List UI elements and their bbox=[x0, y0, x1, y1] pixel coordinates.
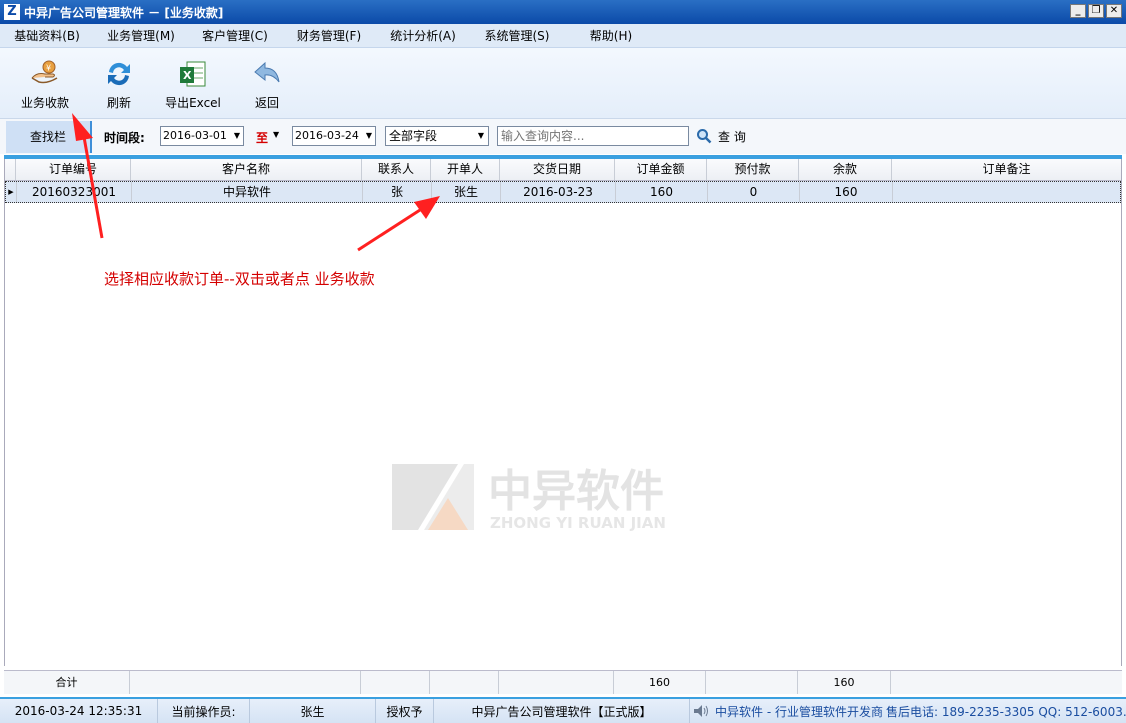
order-grid: 订单编号 客户名称 联系人 开单人 交货日期 订单金额 预付款 余款 订单备注 … bbox=[4, 159, 1122, 666]
status-contact: 售后电话: 189-2235-3305 QQ: 512-6003... bbox=[886, 704, 1126, 719]
totals-issuer-empty bbox=[430, 671, 499, 694]
payment-button[interactable]: ¥ 业务收款 bbox=[10, 48, 80, 114]
close-button[interactable]: ✕ bbox=[1106, 4, 1122, 18]
refresh-button[interactable]: 刷新 bbox=[84, 48, 154, 114]
svg-text:¥: ¥ bbox=[46, 64, 51, 73]
menu-finance[interactable]: 财务管理(F) bbox=[282, 27, 376, 44]
date-from-value: 2016-03-01 bbox=[163, 129, 227, 142]
menu-customers[interactable]: 客户管理(C) bbox=[188, 27, 282, 44]
cell-remarks[interactable] bbox=[893, 182, 1120, 202]
chevron-down-icon: ▼ bbox=[477, 131, 484, 140]
totals-customer-empty bbox=[130, 671, 361, 694]
search-icon bbox=[697, 129, 712, 144]
brand-watermark: 中异软件 ZHONG YI RUAN JIAN bbox=[392, 464, 666, 532]
column-header-order-no[interactable]: 订单编号 bbox=[16, 159, 131, 180]
column-header-remarks[interactable]: 订单备注 bbox=[892, 159, 1121, 180]
totals-row: 合计 160 160 bbox=[4, 670, 1122, 694]
totals-label: 合计 bbox=[4, 671, 130, 694]
window-title: 中异广告公司管理软件 － [业务收款] bbox=[24, 5, 224, 20]
cell-order-no[interactable]: 20160323001 bbox=[17, 182, 132, 202]
totals-remarks-empty bbox=[891, 671, 1120, 694]
column-header-issuer[interactable]: 开单人 bbox=[431, 159, 500, 180]
table-row[interactable]: ▶ 20160323001 中异软件 张 张生 2016-03-23 160 0… bbox=[5, 181, 1121, 203]
title-bar: Z 中异广告公司管理软件 － [业务收款] _ ❐ ✕ bbox=[0, 0, 1126, 24]
chevron-down-icon: ▼ bbox=[365, 131, 372, 140]
cell-balance[interactable]: 160 bbox=[800, 182, 893, 202]
column-header-customer[interactable]: 客户名称 bbox=[131, 159, 362, 180]
column-header-order-amount[interactable]: 订单金额 bbox=[615, 159, 707, 180]
refresh-icon bbox=[108, 62, 130, 86]
speaker-icon bbox=[694, 705, 709, 717]
field-select-value: 全部字段 bbox=[389, 129, 438, 143]
export-excel-label: 导出Excel bbox=[165, 96, 221, 110]
query-button[interactable]: 查 询 bbox=[696, 126, 746, 146]
chevron-down-icon: ▼ bbox=[233, 131, 240, 140]
query-button-label: 查 询 bbox=[718, 129, 746, 144]
status-operator: 张生 bbox=[250, 699, 376, 723]
cell-issuer[interactable]: 张生 bbox=[432, 182, 501, 202]
menu-business[interactable]: 业务管理(M) bbox=[94, 27, 188, 44]
column-header-balance[interactable]: 余款 bbox=[799, 159, 892, 180]
search-panel-tab[interactable]: 查找栏 bbox=[6, 121, 92, 153]
status-datetime: 2016-03-24 12:35:31 bbox=[0, 699, 158, 723]
column-header-contact[interactable]: 联系人 bbox=[362, 159, 431, 180]
cell-delivery-date[interactable]: 2016-03-23 bbox=[501, 182, 616, 202]
totals-contact-empty bbox=[361, 671, 430, 694]
watermark-brand: 中异软件 bbox=[488, 466, 664, 517]
status-license-label: 授权予 bbox=[376, 699, 434, 723]
menu-help[interactable]: 帮助(H) bbox=[564, 27, 658, 44]
to-label: 至 bbox=[256, 131, 269, 145]
app-logo-icon: Z bbox=[4, 4, 20, 20]
grid-header: 订单编号 客户名称 联系人 开单人 交货日期 订单金额 预付款 余款 订单备注 bbox=[5, 159, 1121, 181]
date-to-value: 2016-03-24 bbox=[295, 129, 359, 142]
totals-order-amount: 160 bbox=[614, 671, 706, 694]
payment-button-label: 业务收款 bbox=[20, 96, 69, 110]
menu-system[interactable]: 系统管理(S) bbox=[470, 27, 564, 44]
cell-contact[interactable]: 张 bbox=[363, 182, 432, 202]
export-excel-button[interactable]: X 导出Excel bbox=[158, 48, 228, 114]
minimize-button[interactable]: _ bbox=[1070, 4, 1086, 18]
time-range-label: 时间段: bbox=[104, 131, 145, 145]
refresh-button-label: 刷新 bbox=[106, 96, 131, 110]
status-product: 中异广告公司管理软件【正式版】 bbox=[434, 699, 690, 723]
back-button[interactable]: 返回 bbox=[232, 48, 302, 114]
column-header-delivery-date[interactable]: 交货日期 bbox=[500, 159, 615, 180]
svg-text:X: X bbox=[183, 69, 192, 82]
status-operator-label: 当前操作员: bbox=[158, 699, 250, 723]
query-input[interactable] bbox=[497, 126, 689, 146]
cell-prepayment[interactable]: 0 bbox=[708, 182, 800, 202]
totals-prepayment-empty bbox=[706, 671, 798, 694]
field-select[interactable]: 全部字段 ▼ bbox=[385, 126, 489, 146]
restore-button[interactable]: ❐ bbox=[1088, 4, 1104, 18]
header-spacer bbox=[5, 159, 16, 180]
column-header-prepayment[interactable]: 预付款 bbox=[707, 159, 799, 180]
window-controls: _ ❐ ✕ bbox=[1070, 4, 1122, 18]
totals-balance: 160 bbox=[798, 671, 891, 694]
cell-customer[interactable]: 中异软件 bbox=[132, 182, 363, 202]
instruction-annotation: 选择相应收款订单--双击或者点 业务收款 bbox=[104, 270, 375, 288]
back-button-label: 返回 bbox=[254, 96, 279, 110]
menu-bar: 基础资料(B) 业务管理(M) 客户管理(C) 财务管理(F) 统计分析(A) … bbox=[0, 24, 1126, 48]
status-vendor-group: 中异软件 - 行业管理软件开发商 bbox=[690, 699, 886, 723]
totals-date-empty bbox=[499, 671, 614, 694]
menu-basic-data[interactable]: 基础资料(B) bbox=[0, 27, 94, 44]
chevron-down-icon[interactable]: ▼ bbox=[273, 130, 279, 139]
date-from-picker[interactable]: 2016-03-01 ▼ bbox=[160, 126, 244, 146]
row-pointer-icon: ▶ bbox=[6, 182, 17, 202]
cell-order-amount[interactable]: 160 bbox=[616, 182, 708, 202]
payment-hand-icon: ¥ bbox=[31, 60, 58, 84]
date-to-picker[interactable]: 2016-03-24 ▼ bbox=[292, 126, 376, 146]
menu-statistics[interactable]: 统计分析(A) bbox=[376, 27, 470, 44]
status-bar: 2016-03-24 12:35:31 当前操作员: 张生 授权予 中异广告公司… bbox=[0, 697, 1126, 723]
back-arrow-icon bbox=[254, 61, 280, 83]
excel-icon: X bbox=[180, 61, 206, 87]
search-bar: 查找栏 时间段: 2016-03-01 ▼ 至 ▼ 2016-03-24 ▼ 全… bbox=[0, 118, 1126, 154]
toolbar: ¥ 业务收款 刷新 X 导出Excel 返回 bbox=[0, 48, 1126, 118]
watermark-pinyin: ZHONG YI RUAN JIAN bbox=[490, 514, 666, 532]
status-vendor: 中异软件 - 行业管理软件开发商 bbox=[715, 704, 883, 719]
